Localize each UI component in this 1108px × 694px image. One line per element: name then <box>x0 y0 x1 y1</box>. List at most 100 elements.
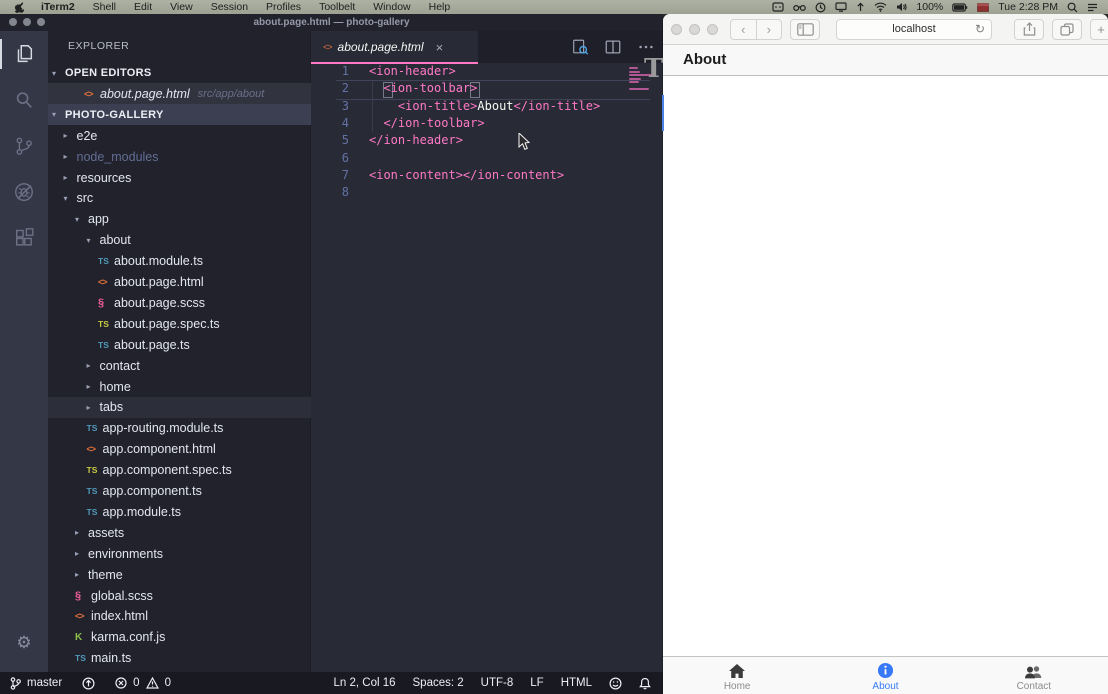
display-icon[interactable] <box>835 2 847 12</box>
item-label: about.module.ts <box>114 254 203 268</box>
search-icon[interactable] <box>0 77 48 123</box>
clock-icon[interactable] <box>815 2 826 13</box>
tree-item-e2e[interactable]: ▸e2e <box>48 125 326 146</box>
item-label: e2e <box>77 129 98 143</box>
volume-icon[interactable] <box>896 2 907 12</box>
code-editor[interactable]: 12345678 <ion-header> <ion-toolbar> <ion… <box>311 63 663 672</box>
tree-item-environments[interactable]: ▸environments <box>48 543 337 564</box>
section-open-editors[interactable]: ▾OPEN EDITORS <box>48 63 314 84</box>
sync-icon[interactable] <box>82 677 95 690</box>
menu-edit[interactable]: Edit <box>125 0 161 14</box>
sidebar-toggle-button[interactable] <box>790 19 820 40</box>
tab-close-icon[interactable]: × <box>436 41 444 54</box>
split-editor-icon[interactable] <box>604 38 622 56</box>
item-label: tabs <box>100 400 124 414</box>
apple-menu-icon[interactable] <box>12 2 32 13</box>
minimize-button[interactable] <box>23 18 31 26</box>
spotlight-icon[interactable] <box>1067 2 1078 13</box>
flag-icon[interactable] <box>977 3 989 12</box>
tree-item-src[interactable]: ▾src <box>48 188 326 209</box>
status-0[interactable]: 0 <box>165 677 171 689</box>
tree-item-app-component-spec-ts[interactable]: TSapp.component.spec.ts <box>48 460 349 481</box>
address-bar[interactable]: localhost ↻ <box>836 19 992 40</box>
tree-item-main-ts[interactable]: TSmain.ts <box>48 648 337 669</box>
tree-item-node-modules[interactable]: ▸node_modules <box>48 146 326 167</box>
tree-item-about[interactable]: ▾about <box>48 230 349 251</box>
tree-item-app[interactable]: ▾app <box>48 209 337 230</box>
tree-item-about-page-html[interactable]: <>about.page.htmlsrc/app/about <box>48 83 346 104</box>
battery-percent[interactable]: 100% <box>916 1 943 13</box>
git-branch-icon[interactable] <box>10 677 21 690</box>
vscode-traffic-lights[interactable] <box>9 18 45 26</box>
tree-item-theme[interactable]: ▸theme <box>48 564 337 585</box>
tree-item-tabs[interactable]: ▸tabs <box>48 397 349 418</box>
vscode-titlebar[interactable]: about.page.html — photo-gallery <box>0 14 663 31</box>
tab-home[interactable]: Home <box>663 657 811 694</box>
tab-about-page-html[interactable]: <> about.page.html × <box>311 31 478 63</box>
tab-label: About <box>872 681 898 692</box>
section-photo-gallery[interactable]: ▾PHOTO-GALLERY <box>48 104 314 125</box>
status-ln-2-col-16[interactable]: Ln 2, Col 16 <box>334 677 396 689</box>
extensions-icon[interactable] <box>0 215 48 261</box>
home-icon <box>728 662 746 679</box>
screen-capture-icon[interactable] <box>772 2 784 12</box>
tree-item-karma-conf-js[interactable]: Kkarma.conf.js <box>48 627 337 648</box>
status-spaces-2[interactable]: Spaces: 2 <box>413 677 464 689</box>
debug-icon[interactable] <box>0 169 48 215</box>
menu-iterm2[interactable]: iTerm2 <box>32 0 84 14</box>
source-control-icon[interactable] <box>0 123 48 169</box>
status-master[interactable]: master <box>27 677 62 689</box>
explorer-icon[interactable] <box>0 31 48 77</box>
tab-about[interactable]: About <box>811 657 959 694</box>
status-lf[interactable]: LF <box>530 677 543 689</box>
menu-shell[interactable]: Shell <box>84 0 125 14</box>
info-circle-icon <box>877 662 894 679</box>
wifi-icon[interactable] <box>874 2 887 12</box>
glasses-icon[interactable] <box>793 3 806 12</box>
menu-profiles[interactable]: Profiles <box>257 0 310 14</box>
zoom-button[interactable] <box>37 18 45 26</box>
warning-icon[interactable] <box>146 677 159 689</box>
close-button[interactable] <box>9 18 17 26</box>
menu-help[interactable]: Help <box>420 0 460 14</box>
upload-icon[interactable] <box>856 2 865 12</box>
notifications-bell-icon[interactable] <box>639 677 651 690</box>
close-button[interactable] <box>671 24 682 35</box>
menu-session[interactable]: Session <box>202 0 257 14</box>
menu-clock[interactable]: Tue 2:28 PM <box>998 1 1058 13</box>
status-html[interactable]: HTML <box>561 677 592 689</box>
open-preview-icon[interactable] <box>571 38 589 56</box>
reload-button[interactable]: ↻ <box>975 23 985 35</box>
minimize-button[interactable] <box>689 24 700 35</box>
tree-item-contact[interactable]: ▸contact <box>48 355 349 376</box>
forward-button[interactable]: › <box>757 20 782 39</box>
tab-contact[interactable]: Contact <box>960 657 1108 694</box>
tree-item-index-html[interactable]: <>index.html <box>48 606 337 627</box>
battery-icon[interactable] <box>952 3 968 12</box>
tree-item-assets[interactable]: ▸assets <box>48 522 337 543</box>
menu-toolbelt[interactable]: Toolbelt <box>310 0 364 14</box>
chevron-right-icon: ▸ <box>87 361 100 370</box>
tree-item-home[interactable]: ▸home <box>48 376 349 397</box>
error-icon[interactable] <box>115 677 127 689</box>
back-button[interactable]: ‹ <box>731 20 757 39</box>
safari-traffic-lights[interactable] <box>671 24 718 35</box>
item-label: node_modules <box>77 150 159 164</box>
new-tab-button[interactable]: + <box>1090 19 1108 40</box>
share-button[interactable] <box>1014 19 1044 40</box>
tree-item-resources[interactable]: ▸resources <box>48 167 326 188</box>
menu-view[interactable]: View <box>161 0 202 14</box>
tree-item-app-component-ts[interactable]: TSapp.component.ts <box>48 481 349 502</box>
tree-item-app-module-ts[interactable]: TSapp.module.ts <box>48 501 349 522</box>
tab-overview-button[interactable] <box>1052 19 1082 40</box>
tree-item-global-scss[interactable]: §global.scss <box>48 585 337 606</box>
status-utf-8[interactable]: UTF-8 <box>481 677 514 689</box>
settings-gear-icon[interactable]: ⚙ <box>0 620 48 666</box>
feedback-smiley-icon[interactable] <box>609 677 622 690</box>
zoom-button[interactable] <box>707 24 718 35</box>
notification-center-icon[interactable] <box>1087 3 1098 12</box>
tree-item-app-component-html[interactable]: <>app.component.html <box>48 439 349 460</box>
status-0[interactable]: 0 <box>133 677 139 689</box>
menu-window[interactable]: Window <box>364 0 419 14</box>
tree-item-app-routing-module-ts[interactable]: TSapp-routing.module.ts <box>48 418 349 439</box>
